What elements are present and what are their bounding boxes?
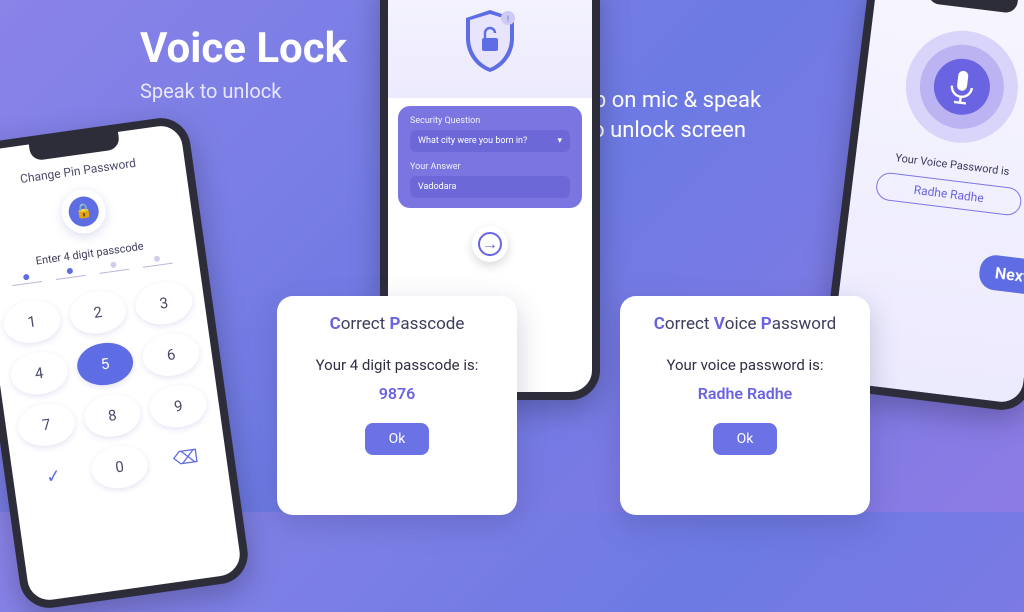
correct-voice-password-card: Correct Voice Password Your voice passwo…: [620, 296, 870, 515]
security-question-card: Security Question What city were you bor…: [398, 106, 582, 208]
hero: Voice Lock Speak to unlock: [140, 24, 347, 103]
correct-passcode-card: Correct Passcode Your 4 digit passcode i…: [277, 296, 517, 515]
screen-title: Change Pin Password: [0, 149, 185, 193]
card-title: Correct Passcode: [293, 314, 501, 334]
next-button[interactable]: Next: [977, 253, 1024, 296]
chevron-down-icon: ▾: [557, 136, 562, 146]
key-3[interactable]: 3: [133, 278, 195, 327]
card-title: Correct Voice Password: [636, 314, 854, 334]
shield-icon: !: [458, 6, 522, 80]
key-2[interactable]: 2: [67, 288, 129, 337]
key-9[interactable]: 9: [147, 381, 209, 430]
card-body: Your voice password is:: [636, 356, 854, 374]
key-4[interactable]: 4: [8, 349, 70, 398]
hero-title: Voice Lock: [140, 24, 347, 73]
lock-icon: 🔒: [59, 187, 109, 237]
key-7[interactable]: 7: [15, 400, 77, 449]
svg-text:!: !: [507, 15, 509, 25]
phone-notch: [927, 0, 1019, 14]
passcode-value: 9876: [293, 384, 501, 403]
sq-label: Security Question: [410, 116, 570, 126]
card-body: Your 4 digit passcode is:: [293, 356, 501, 374]
sq-dropdown[interactable]: What city were you born in? ▾: [410, 130, 570, 152]
ok-button[interactable]: Ok: [365, 423, 430, 455]
continue-button[interactable]: →: [472, 226, 508, 262]
voice-password-chip: Radhe Radhe: [875, 171, 1023, 217]
key-0[interactable]: 0: [89, 442, 151, 491]
answer-input[interactable]: Vadodara: [410, 176, 570, 198]
key-confirm[interactable]: ✓: [23, 452, 85, 501]
hero-subtitle: Speak to unlock: [140, 79, 347, 103]
phone-keypad: ‹ Change Pin Password 🔒 Enter 4 digit pa…: [0, 114, 252, 611]
key-5[interactable]: 5: [74, 339, 136, 388]
num-keypad: 1 2 3 4 5 6 7 8 9 ✓ 0 ⌫: [1, 278, 217, 501]
mic-button[interactable]: [895, 20, 1024, 158]
ok-button[interactable]: Ok: [713, 423, 778, 455]
key-1[interactable]: 1: [1, 297, 63, 346]
answer-label: Your Answer: [410, 162, 570, 172]
key-8[interactable]: 8: [81, 391, 143, 440]
key-backspace[interactable]: ⌫: [155, 433, 217, 482]
key-6[interactable]: 6: [140, 330, 202, 379]
voice-password-value: Radhe Radhe: [636, 384, 854, 403]
arrow-right-icon: →: [478, 232, 502, 256]
phone-notch: [29, 131, 121, 161]
